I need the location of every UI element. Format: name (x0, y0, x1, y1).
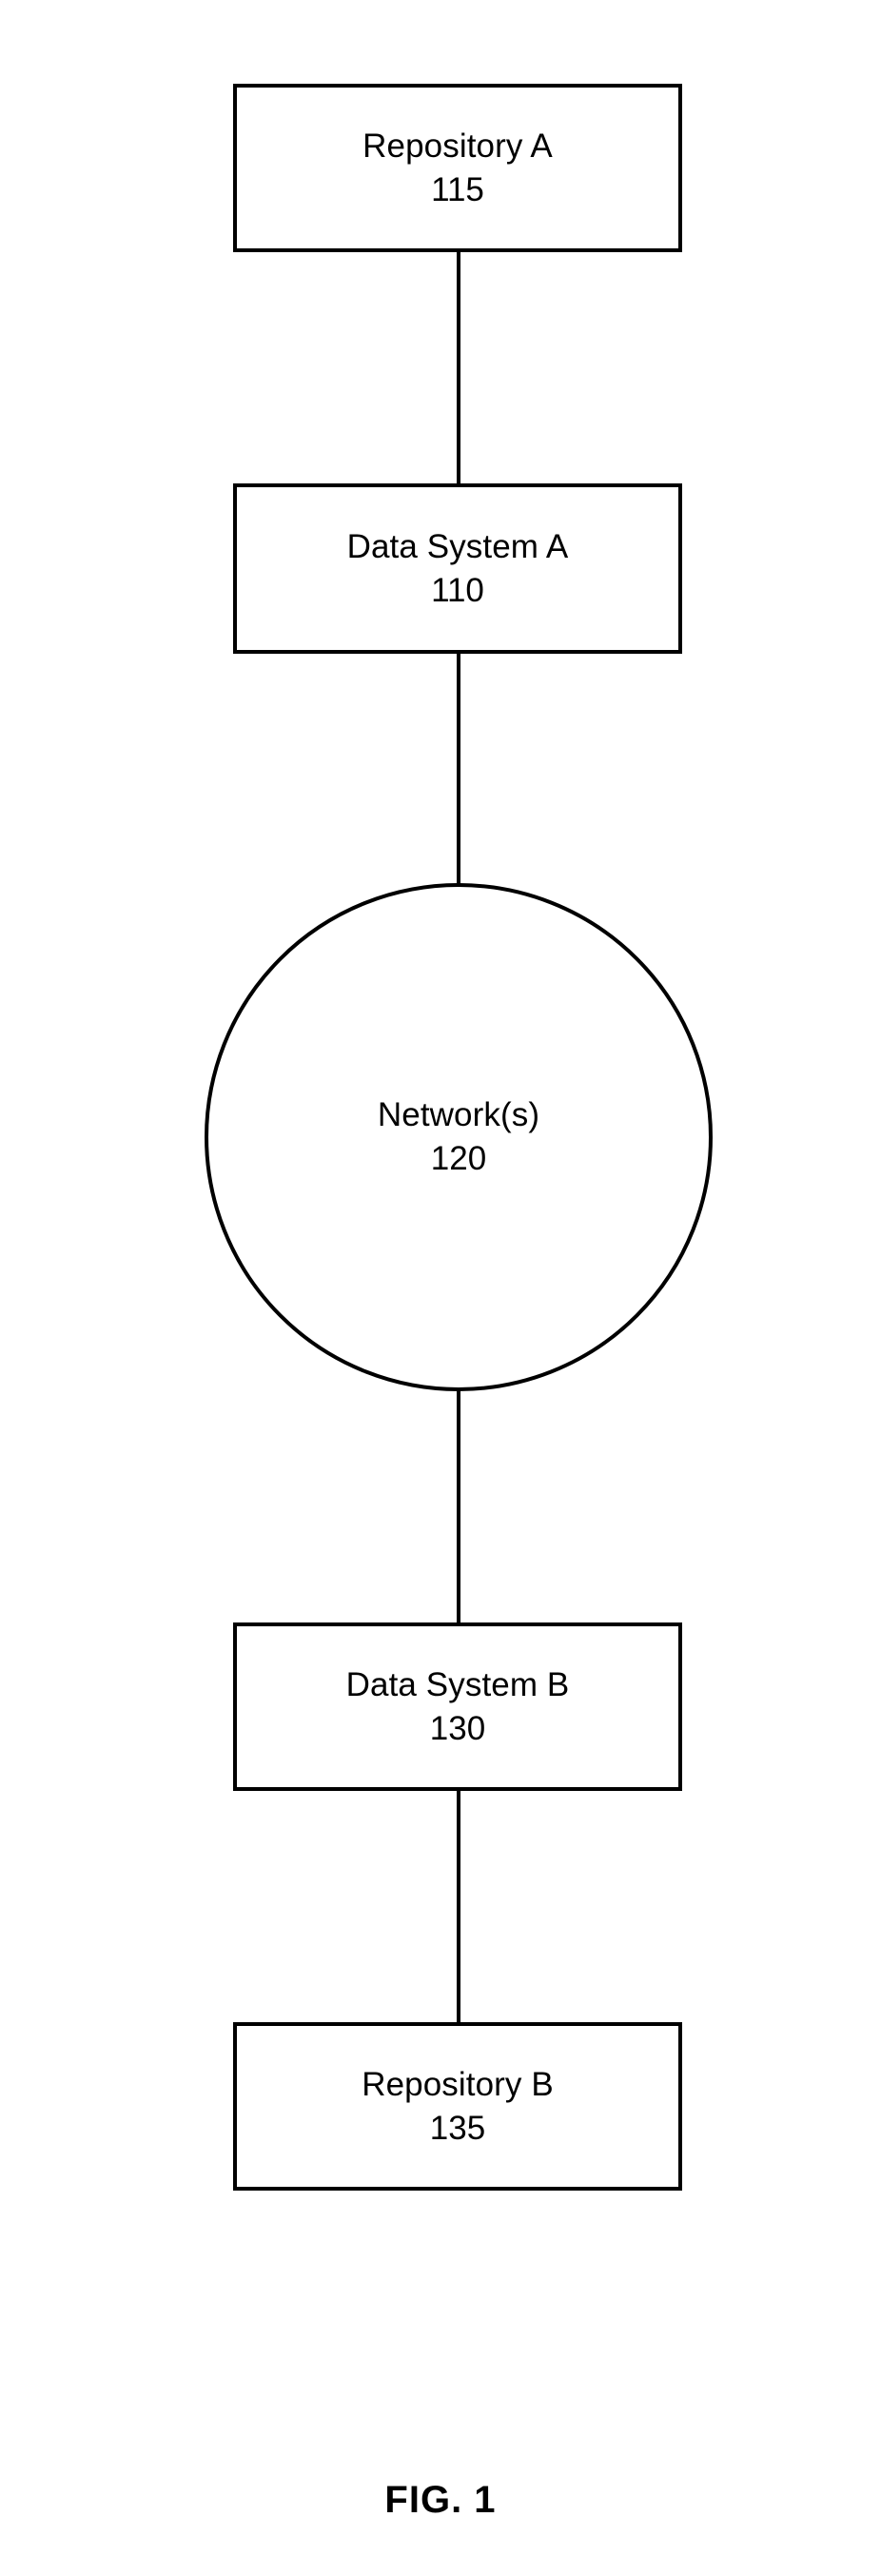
node-data-system-a-label: Data System A (346, 527, 569, 565)
connector-data-system-a-to-network (457, 652, 460, 888)
figure-caption: FIG. 1 (384, 2479, 497, 2521)
node-repository-b-label: Repository B (362, 2065, 554, 2103)
node-data-system-a: Data System A 110 (233, 483, 682, 654)
node-data-system-b-label: Data System B (345, 1665, 570, 1703)
node-repository-a: Repository A 115 (233, 84, 682, 252)
patent-figure-canvas: Repository A 115 Data System A 110 Netwo… (0, 0, 881, 2576)
node-data-system-a-reference-numeral: 110 (431, 571, 484, 609)
connector-repository-a-to-data-system-a (457, 250, 460, 485)
node-repository-b: Repository B 135 (233, 2022, 682, 2191)
node-network: Network(s) 120 (205, 883, 713, 1391)
node-data-system-b-reference-numeral: 130 (429, 1709, 486, 1747)
node-repository-a-label: Repository A (362, 127, 553, 165)
connector-data-system-b-to-repository-b (457, 1789, 460, 2024)
node-repository-b-reference-numeral: 135 (429, 2109, 486, 2147)
node-repository-a-reference-numeral: 115 (431, 170, 484, 208)
node-network-label: Network(s) (377, 1096, 540, 1133)
node-data-system-b: Data System B 130 (233, 1622, 682, 1791)
node-network-reference-numeral: 120 (430, 1140, 487, 1177)
connector-network-to-data-system-b (457, 1385, 460, 1624)
